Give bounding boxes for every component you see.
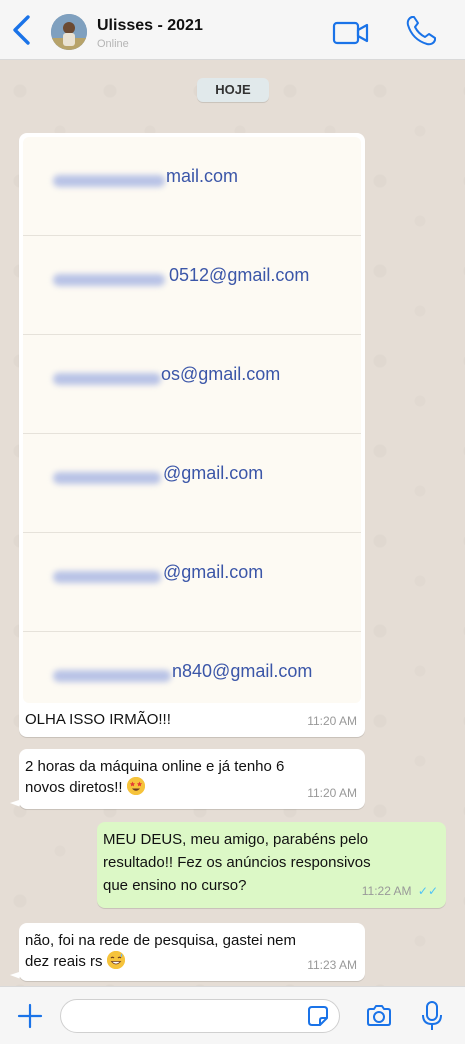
message-text-line: resultado!! Fez os anúncios responsivos bbox=[103, 854, 371, 871]
chevron-left-icon[interactable] bbox=[8, 14, 34, 46]
message-text: OLHA ISSO IRMÃO!!! bbox=[25, 711, 171, 728]
date-separator: HOJE bbox=[197, 78, 269, 102]
message-text-line: novos diretos!! bbox=[25, 779, 123, 796]
message-time: 11:23 AM bbox=[307, 958, 357, 972]
message-text-line: dez reais rs bbox=[25, 953, 103, 970]
phone-icon[interactable] bbox=[404, 14, 438, 48]
email-row: @gmail.com bbox=[23, 434, 361, 533]
camera-icon[interactable] bbox=[365, 1002, 393, 1030]
microphone-icon[interactable] bbox=[421, 1000, 443, 1032]
message-time: 11:20 AM bbox=[307, 714, 357, 728]
message-text-line: que ensino no curso? bbox=[103, 877, 247, 894]
message-incoming[interactable]: não, foi na rede de pesquisa, gastei nem… bbox=[9, 923, 365, 981]
message-text-line: não, foi na rede de pesquisa, gastei nem bbox=[25, 932, 297, 949]
message-incoming-image[interactable]: mail.com 0512@gmail.com os@gmail.com @gm… bbox=[19, 133, 365, 737]
message-text-line: 2 horas da máquina online e já tenho 6 bbox=[25, 758, 285, 775]
email-list-image[interactable]: mail.com 0512@gmail.com os@gmail.com @gm… bbox=[23, 137, 361, 703]
email-row: os@gmail.com bbox=[23, 335, 361, 434]
email-row: @gmail.com bbox=[23, 533, 361, 632]
chat-header: Ulisses - 2021 Online bbox=[0, 0, 465, 60]
contact-name[interactable]: Ulisses - 2021 bbox=[97, 17, 203, 35]
message-outgoing[interactable]: MEU DEUS, meu amigo, parabéns pelo resul… bbox=[97, 822, 446, 908]
double-check-read-icon: ✓✓ bbox=[417, 884, 438, 898]
email-row: n840@gmail.com bbox=[23, 632, 361, 703]
email-row: mail.com bbox=[23, 137, 361, 236]
message-text-line: MEU DEUS, meu amigo, parabéns pelo bbox=[103, 831, 369, 848]
message-input[interactable] bbox=[60, 999, 340, 1033]
video-call-icon[interactable] bbox=[332, 20, 370, 46]
email-row: 0512@gmail.com bbox=[23, 236, 361, 335]
grinning-sweat-emoji-icon bbox=[106, 951, 125, 969]
chat-area[interactable]: HOJE mail.com 0512@gmail.com os@gmail.co… bbox=[0, 61, 465, 986]
message-incoming[interactable]: 2 horas da máquina online e já tenho 6 n… bbox=[9, 749, 365, 809]
message-time: 11:22 AM bbox=[361, 884, 412, 898]
composer-bar bbox=[0, 986, 465, 1044]
sticker-icon[interactable] bbox=[307, 1005, 329, 1027]
star-struck-emoji-icon bbox=[126, 777, 145, 795]
message-time: 11:20 AM bbox=[307, 786, 357, 800]
avatar[interactable] bbox=[51, 14, 87, 50]
plus-icon[interactable] bbox=[17, 1003, 43, 1029]
contact-status: Online bbox=[97, 38, 129, 50]
